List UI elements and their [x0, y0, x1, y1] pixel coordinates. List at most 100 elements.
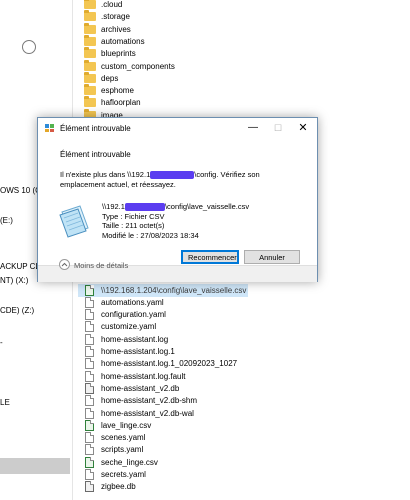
file-icon: [85, 346, 94, 357]
nav-item-selected[interactable]: [0, 458, 70, 474]
explorer-app-icon: [45, 124, 54, 132]
file-name: blueprints: [101, 49, 136, 59]
file-icon: [85, 432, 94, 444]
folder-row[interactable]: deps: [78, 71, 118, 85]
file-path: \\192.1 \config\lave_vaisselle.csv: [102, 202, 249, 212]
nav-item-drive-z[interactable]: CDE) (Z:): [0, 306, 34, 315]
dialog-heading: Élément introuvable: [60, 150, 131, 159]
file-icon: [85, 321, 94, 333]
folder-icon: [84, 47, 96, 59]
file-name: \\192.168.1.204\config\lave_vaisselle.cs…: [101, 285, 247, 295]
file-path-end: \config\lave_vaisselle.csv: [164, 202, 250, 211]
file-details: \\192.1 \config\lave_vaisselle.csv Type :…: [102, 202, 249, 240]
file-name: automations.yaml: [101, 297, 164, 307]
folder-row[interactable]: custom_components: [78, 59, 175, 73]
database-file-icon: [85, 382, 94, 394]
nav-item-drive-e[interactable]: (E:): [0, 216, 13, 225]
file-icon: [85, 309, 94, 321]
file-icon: [85, 370, 94, 382]
folder-row[interactable]: automations: [78, 34, 145, 48]
file-icon: [85, 296, 94, 308]
folder-icon: [84, 0, 96, 9]
file-name: .storage: [101, 12, 130, 22]
file-row[interactable]: secrets.yaml: [78, 468, 146, 481]
folder-icon: [84, 59, 96, 71]
dialog-message: Il n'existe plus dans \\192.1 \config. Vé…: [60, 170, 300, 190]
folder-icon: [84, 84, 96, 96]
file-name: home-assistant.log.fault: [101, 371, 186, 381]
file-icon: [85, 395, 94, 407]
folder-icon: [84, 10, 96, 22]
file-name: customize.yaml: [101, 322, 157, 332]
file-name: secrets.yaml: [101, 470, 146, 479]
retry-button[interactable]: Recommencer: [181, 250, 239, 264]
radio-button[interactable]: [22, 40, 36, 54]
file-name: home-assistant.log.1: [101, 347, 175, 356]
folder-row[interactable]: blueprints: [78, 47, 136, 60]
nav-item-dash[interactable]: -: [0, 338, 3, 347]
file-size: Taille : 211 octet(s): [102, 221, 165, 230]
folder-row[interactable]: .storage: [78, 10, 130, 23]
folder-icon: [84, 71, 96, 83]
file-name: home-assistant.log.1_02092023_1027: [101, 359, 238, 369]
file-row[interactable]: home-assistant_v2.db-shm: [78, 394, 197, 407]
folder-row[interactable]: esphome: [78, 84, 134, 97]
file-name: home-assistant_v2.db-wal: [101, 408, 194, 418]
file-name: archives: [101, 24, 131, 34]
message-text-start: Il n'existe plus dans \\192.1: [60, 170, 151, 179]
file-icon: [85, 469, 94, 480]
cancel-button[interactable]: Annuler: [244, 250, 300, 264]
file-row[interactable]: home-assistant.log.fault: [78, 370, 186, 383]
file-row[interactable]: home-assistant.log.1: [78, 345, 175, 358]
nav-item-drive-x[interactable]: NT) (X:): [0, 276, 28, 285]
file-row[interactable]: scenes.yaml: [78, 431, 145, 444]
file-name: scripts.yaml: [101, 445, 144, 455]
csv-file-icon: [85, 419, 94, 431]
file-modified: Modifié le : 27/08/2023 18:34: [102, 230, 199, 240]
minimize-icon[interactable]: —: [241, 121, 265, 135]
redaction-mark: [150, 171, 195, 180]
folder-icon: [84, 34, 96, 46]
file-name: .cloud: [101, 0, 123, 9]
file-row[interactable]: configuration.yaml: [78, 308, 166, 321]
close-icon[interactable]: ✕: [291, 121, 315, 135]
nav-item-file[interactable]: LE: [0, 398, 10, 407]
file-name: custom_components: [101, 61, 175, 71]
file-row[interactable]: lave_linge.csv: [78, 419, 151, 432]
folder-row[interactable]: archives: [78, 22, 131, 36]
file-name: home-assistant_v2.db: [101, 383, 180, 393]
file-row[interactable]: scripts.yaml: [78, 443, 143, 456]
file-row[interactable]: home-assistant.log.1_02092023_1027: [78, 357, 237, 370]
file-row[interactable]: automations.yaml: [78, 296, 164, 309]
file-icon: [85, 444, 94, 456]
file-name: home-assistant.log: [101, 334, 169, 344]
file-name: configuration.yaml: [101, 310, 166, 320]
file-icon: [85, 358, 94, 370]
file-name: automations: [101, 36, 145, 46]
csv-file-icon: [85, 284, 94, 296]
file-name: seche_linge.csv: [101, 457, 158, 467]
item-not-found-dialog: Élément introuvable — ☐ ✕ Élément introu…: [37, 117, 318, 282]
less-details-toggle[interactable]: Moins de détails: [74, 261, 128, 270]
folder-icon: [84, 22, 96, 34]
file-path-start: \\192.1: [102, 202, 125, 211]
redaction-mark: [124, 203, 165, 212]
file-name: esphome: [101, 86, 134, 96]
file-row[interactable]: home-assistant.log: [78, 333, 168, 346]
chevron-up-icon[interactable]: [59, 259, 70, 270]
file-name: scenes.yaml: [101, 433, 146, 443]
file-row[interactable]: customize.yaml: [78, 320, 156, 333]
folder-row[interactable]: hafloorplan: [78, 96, 141, 109]
file-row[interactable]: \\192.168.1.204\config\lave_vaisselle.cs…: [78, 283, 248, 297]
file-row[interactable]: seche_linge.csv: [78, 456, 158, 469]
dialog-titlebar[interactable]: Élément introuvable — ☐ ✕: [38, 118, 317, 138]
maximize-icon: ☐: [273, 123, 283, 133]
file-row[interactable]: zigbee.db: [78, 480, 136, 493]
file-name: lave_linge.csv: [101, 420, 152, 430]
file-name: hafloorplan: [101, 98, 141, 108]
file-name: zigbee.db: [101, 482, 136, 492]
file-icon: [85, 407, 94, 419]
file-row[interactable]: home-assistant_v2.db-wal: [78, 407, 194, 420]
csv-file-icon: [85, 456, 94, 468]
file-row[interactable]: home-assistant_v2.db: [78, 382, 179, 395]
